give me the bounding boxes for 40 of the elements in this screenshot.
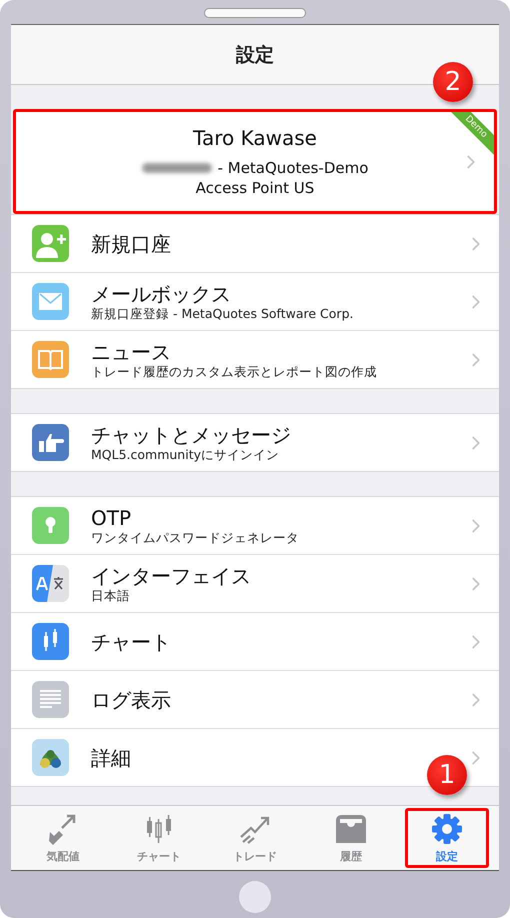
add-person-icon — [32, 225, 69, 262]
row-title: OTP — [91, 506, 132, 530]
home-button[interactable] — [239, 881, 271, 913]
candlestick-icon — [32, 623, 69, 660]
app-logo-icon — [32, 739, 69, 776]
row-title: メールボックス — [91, 282, 232, 306]
account-server: - MetaQuotes-Demo — [218, 158, 368, 178]
row-subtitle: 日本語 — [91, 588, 131, 604]
mail-icon — [32, 283, 69, 320]
row-title: 新規口座 — [91, 232, 171, 256]
account-name: Taro Kawase — [193, 126, 317, 150]
access-point: Access Point US — [196, 178, 314, 198]
row-title: インターフェイス — [91, 564, 251, 588]
settings-row[interactable]: インターフェイス 日本語 — [11, 554, 499, 612]
blurred-account-number — [142, 162, 212, 172]
tab[interactable]: 設定 — [405, 808, 489, 868]
inbox-tray-icon — [333, 812, 369, 844]
page-title: 設定 — [236, 42, 274, 68]
settings-row[interactable]: メールボックス 新規口座登録 - MetaQuotes Software Corp. — [11, 272, 499, 330]
row-title: 詳細 — [91, 746, 131, 770]
settings-row[interactable]: チャート — [11, 612, 499, 670]
row-subtitle: ワンタイムパスワードジェネレータ — [91, 530, 299, 546]
row-title: チャート — [91, 630, 171, 654]
settings-row[interactable]: チャットとメッセージ MQL5.communityにサインイン — [11, 414, 499, 471]
row-subtitle: トレード履歴のカスタム表示とレポート図の作成 — [91, 364, 377, 380]
row-subtitle: MQL5.communityにサインイン — [91, 446, 280, 462]
settings-row[interactable]: ログ表示 — [11, 670, 499, 728]
settings-icon — [429, 812, 465, 844]
row-title: チャットとメッセージ — [91, 422, 291, 446]
settings-row[interactable]: ニュース トレード履歴のカスタム表示とレポート図の作成 — [11, 330, 499, 388]
book-icon — [32, 341, 69, 378]
translate-icon — [32, 565, 69, 602]
keyhole-icon — [32, 507, 69, 544]
pointing-hand-icon — [32, 424, 69, 461]
row-title: ログ表示 — [91, 688, 171, 712]
row-title: ニュース — [91, 340, 172, 364]
row-subtitle: 新規口座登録 - MetaQuotes Software Corp. — [91, 306, 354, 322]
document-lines-icon — [32, 681, 69, 718]
settings-row[interactable]: OTP ワンタイムパスワードジェネレータ — [11, 497, 499, 554]
settings-row[interactable]: 新規口座 — [11, 215, 499, 272]
